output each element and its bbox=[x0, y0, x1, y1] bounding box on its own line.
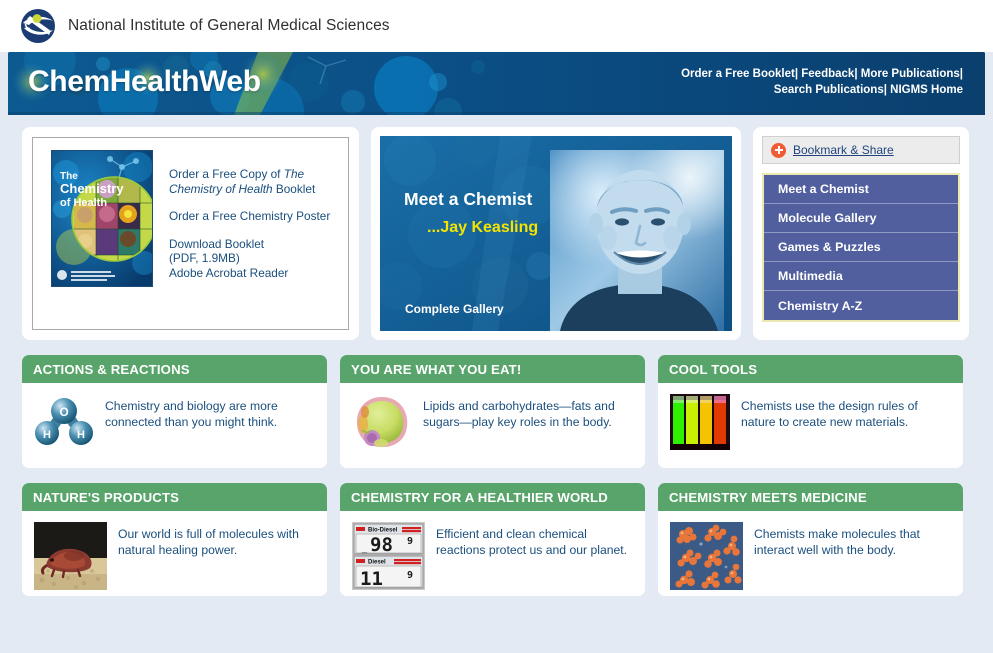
booklet-link-acrobat-reader[interactable]: Adobe Acrobat Reader bbox=[169, 266, 288, 280]
biodiesel-pump-image: Bio-Diesel _ 98 9 Diesel 11 9 bbox=[352, 522, 425, 590]
complete-gallery-link[interactable]: Complete Gallery bbox=[405, 302, 504, 316]
booklet-link-order-poster[interactable]: Order a Free Chemistry Poster bbox=[169, 209, 330, 223]
svg-text:H: H bbox=[77, 429, 85, 441]
banner-link-search-publications[interactable]: Search Publications bbox=[774, 84, 884, 96]
meet-a-chemist-graphic[interactable]: Meet a Chemist ...Jay Keasling Complete … bbox=[380, 136, 732, 331]
svg-text:H: H bbox=[43, 429, 51, 441]
sidebar-nav-menu: Meet a Chemist Molecule Gallery Games & … bbox=[762, 173, 960, 322]
feature-card-text: Chemists make molecules that interact we… bbox=[754, 527, 920, 557]
site-title: ChemHealthWeb bbox=[28, 65, 261, 98]
feature-card-title: CHEMISTRY FOR A HEALTHIER WORLD bbox=[340, 483, 645, 511]
feature-card-body: Chemists make molecules that interact we… bbox=[658, 511, 963, 596]
feature-card-text: Chemistry and biology are more connected… bbox=[105, 399, 278, 429]
feature-card-text: Chemists use the design rules of nature … bbox=[741, 399, 918, 429]
sea-creature-image bbox=[34, 522, 107, 590]
banner-link-nigms-home[interactable]: NIGMS Home bbox=[890, 84, 963, 96]
feature-card-actions-and-reactions[interactable]: ACTIONS & REACTIONS O H H Chemistry and … bbox=[22, 355, 327, 468]
sidebar-item-label: Molecule Gallery bbox=[778, 211, 877, 225]
sidebar-item-meet-a-chemist[interactable]: Meet a Chemist bbox=[764, 175, 958, 204]
feature-card-body: Chemists use the design rules of nature … bbox=[658, 383, 963, 462]
pump-price-bottom-sup: 9 bbox=[407, 570, 413, 581]
top-panels-row: The Chemistry of Health Order a Free Cop… bbox=[22, 127, 971, 340]
feature-card-title: ACTIONS & REACTIONS bbox=[22, 355, 327, 383]
sidebar-item-label: Chemistry A-Z bbox=[778, 298, 863, 313]
feature-card-chemistry-meets-medicine[interactable]: CHEMISTRY MEETS MEDICINE Chemists make m… bbox=[658, 483, 963, 596]
molecule-cluster-image bbox=[670, 522, 743, 590]
bookmark-and-share-label: Bookmark & Share bbox=[793, 143, 894, 157]
pump-label-biodiesel: Bio-Diesel bbox=[368, 528, 398, 534]
feature-card-title: COOL TOOLS bbox=[658, 355, 963, 383]
feature-card-title: CHEMISTRY MEETS MEDICINE bbox=[658, 483, 963, 511]
pump-price-bottom: 11 bbox=[360, 568, 383, 590]
chemistry-of-health-cover-image[interactable]: The Chemistry of Health bbox=[51, 150, 153, 287]
feature-card-body: Our world is full of molecules with natu… bbox=[22, 511, 327, 596]
pump-label-diesel: Diesel bbox=[368, 560, 386, 566]
pump-price-top: 98 bbox=[370, 534, 393, 556]
meet-a-chemist-title: Meet a Chemist bbox=[404, 189, 533, 209]
booklet-panel-inner: The Chemistry of Health Order a Free Cop… bbox=[32, 137, 349, 330]
order-copy-prefix: Order a Free Copy of bbox=[169, 167, 284, 181]
banner-link-separator-3: | bbox=[959, 68, 963, 80]
feature-card-text: Lipids and carbohydrates—fats and sugars… bbox=[423, 399, 615, 429]
main-content: The Chemistry of Health Order a Free Cop… bbox=[8, 115, 985, 653]
feature-card-title: YOU ARE WHAT YOU EAT! bbox=[340, 355, 645, 383]
right-sidebar: Bookmark & Share Meet a Chemist Molecule… bbox=[753, 127, 969, 340]
banner-nav-links: Order a Free Booklet| Feedback| More Pub… bbox=[663, 66, 963, 98]
feature-card-text: Our world is full of molecules with natu… bbox=[118, 527, 299, 557]
order-copy-suffix: Booklet bbox=[272, 181, 316, 196]
cover-line-3: of Health bbox=[60, 197, 107, 209]
feature-cards-row-1: ACTIONS & REACTIONS O H H Chemistry and … bbox=[22, 355, 971, 468]
nigms-swoosh-logo-icon[interactable] bbox=[18, 6, 58, 46]
bookmark-and-share-button[interactable]: Bookmark & Share bbox=[762, 136, 960, 164]
sidebar-item-label: Games & Puzzles bbox=[778, 240, 881, 254]
sidebar-item-label: Multimedia bbox=[778, 269, 843, 283]
page-root: National Institute of General Medical Sc… bbox=[0, 0, 993, 653]
sidebar-item-chemistry-a-z[interactable]: Chemistry A-Z bbox=[764, 291, 958, 320]
agency-header: National Institute of General Medical Sc… bbox=[0, 0, 993, 52]
svg-text:_: _ bbox=[361, 543, 368, 553]
sidebar-item-label: Meet a Chemist bbox=[778, 182, 869, 196]
feature-cards-row-2: NATURE'S PRODUCTS Our world is full of m… bbox=[22, 483, 971, 596]
sidebar-item-multimedia[interactable]: Multimedia bbox=[764, 262, 958, 291]
banner-link-separator-2: | bbox=[854, 68, 858, 80]
sidebar-item-molecule-gallery[interactable]: Molecule Gallery bbox=[764, 204, 958, 233]
download-booklet-line2: (PDF, 1.9MB) bbox=[169, 251, 240, 265]
meet-a-chemist-name: ...Jay Keasling bbox=[427, 219, 539, 236]
feature-card-title: NATURE'S PRODUCTS bbox=[22, 483, 327, 511]
feature-card-body: Bio-Diesel _ 98 9 Diesel 11 9 Efficient … bbox=[340, 511, 645, 596]
feature-card-text: Efficient and clean chemical reactions p… bbox=[436, 527, 628, 557]
cell-lipid-image bbox=[352, 394, 412, 450]
pump-price-top-sup: 9 bbox=[407, 536, 413, 547]
feature-card-chemistry-for-a-healthier-world[interactable]: CHEMISTRY FOR A HEALTHIER WORLD Bio-Dies… bbox=[340, 483, 645, 596]
feature-card-natures-products[interactable]: NATURE'S PRODUCTS Our world is full of m… bbox=[22, 483, 327, 596]
download-booklet-line1: Download Booklet bbox=[169, 236, 265, 251]
sidebar-panel: Bookmark & Share Meet a Chemist Molecule… bbox=[753, 127, 969, 340]
agency-name: National Institute of General Medical Sc… bbox=[68, 17, 390, 34]
site-banner: ChemHealthWeb Order a Free Booklet| Feed… bbox=[8, 52, 985, 115]
cover-line-2: Chemistry bbox=[60, 181, 124, 196]
banner-link-order-booklet[interactable]: Order a Free Booklet bbox=[681, 68, 795, 80]
water-molecule-icon: O H H bbox=[34, 394, 94, 450]
banner-link-more-publications[interactable]: More Publications bbox=[861, 68, 960, 80]
svg-text:O: O bbox=[59, 405, 68, 419]
page-shell: ChemHealthWeb Order a Free Booklet| Feed… bbox=[0, 52, 993, 653]
banner-link-feedback[interactable]: Feedback bbox=[801, 68, 854, 80]
feature-card-you-are-what-you-eat[interactable]: YOU ARE WHAT YOU EAT! Lipids and carbohy… bbox=[340, 355, 645, 468]
booklet-links: Order a Free Copy of The Chemistry of He… bbox=[169, 150, 338, 319]
plus-circle-icon bbox=[771, 142, 786, 158]
booklet-panel: The Chemistry of Health Order a Free Cop… bbox=[22, 127, 359, 340]
meet-a-chemist-panel[interactable]: Meet a Chemist ...Jay Keasling Complete … bbox=[371, 127, 741, 340]
banner-link-separator-1: | bbox=[794, 68, 799, 80]
fluorescent-vials-image bbox=[670, 394, 730, 450]
feature-card-cool-tools[interactable]: COOL TOOLS Chemists use the design rules… bbox=[658, 355, 963, 468]
sidebar-item-games-and-puzzles[interactable]: Games & Puzzles bbox=[764, 233, 958, 262]
booklet-link-download-booklet[interactable]: Download Booklet (PDF, 1.9MB) bbox=[169, 237, 264, 266]
feature-card-body: O H H Chemistry and biology are more con… bbox=[22, 383, 327, 462]
feature-card-body: Lipids and carbohydrates—fats and sugars… bbox=[340, 383, 645, 462]
booklet-link-order-copy[interactable]: Order a Free Copy of The Chemistry of He… bbox=[169, 167, 338, 196]
banner-link-separator-4: | bbox=[883, 84, 887, 96]
chemist-portrait-image bbox=[550, 150, 724, 331]
